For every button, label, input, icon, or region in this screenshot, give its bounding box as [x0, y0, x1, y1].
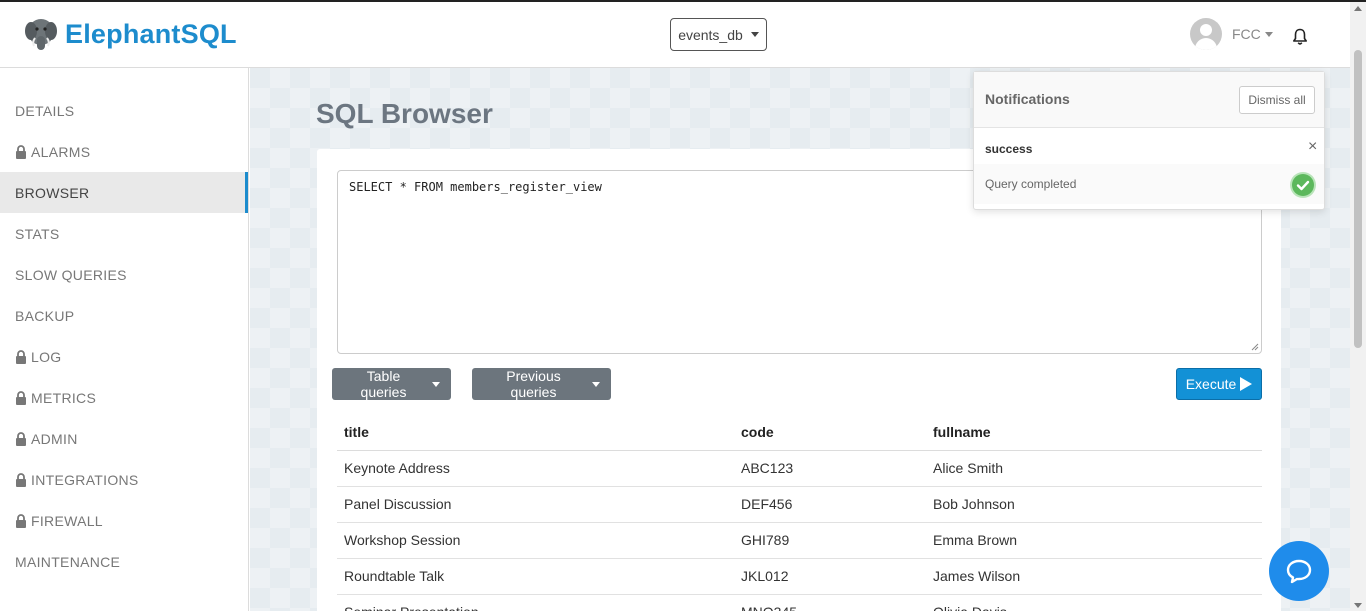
check-circle-icon	[1292, 174, 1314, 196]
table-row: Workshop Session GHI789 Emma Brown	[337, 522, 1262, 559]
scroll-down-icon[interactable]	[1354, 603, 1362, 608]
table-queries-label: Table queries	[360, 368, 407, 400]
table-row: Roundtable Talk JKL012 James Wilson	[337, 558, 1262, 595]
scroll-up-icon[interactable]	[1354, 6, 1362, 11]
sidebar-item-label: INTEGRATIONS	[31, 471, 139, 488]
sidebar-item-label: ADMIN	[31, 430, 78, 447]
table-row: Seminar Presentation MNO345 Olivia Davis	[337, 594, 1262, 611]
sidebar-item-admin[interactable]: ADMIN	[0, 418, 248, 459]
sidebar-item-label: METRICS	[31, 389, 97, 406]
sidebar-item-label: SLOW QUERIES	[15, 266, 127, 283]
sidebar-item-slow-queries[interactable]: SLOW QUERIES	[0, 254, 248, 295]
sidebar-item-label: BACKUP	[15, 307, 75, 324]
sidebar-item-firewall[interactable]: FIREWALL	[0, 500, 248, 541]
cell-title: Workshop Session	[337, 522, 734, 559]
sidebar-item-log[interactable]: LOG	[0, 336, 248, 377]
cell-title: Panel Discussion	[337, 486, 734, 523]
notification-message: Query completed	[985, 177, 1077, 191]
sidebar-item-metrics[interactable]: METRICS	[0, 377, 248, 418]
top-bar: ElephantSQL events_db FCC	[0, 2, 1350, 68]
elephant-logo-icon	[25, 19, 57, 50]
page-title: SQL Browser	[316, 98, 493, 129]
database-selector[interactable]: events_db	[670, 18, 767, 51]
user-menu[interactable]: FCC	[1190, 18, 1273, 50]
notifications-panel: Notifications Dismiss all success × Quer…	[973, 71, 1325, 210]
sidebar-item-maintenance[interactable]: MAINTENANCE	[0, 541, 248, 582]
lock-icon	[16, 349, 26, 364]
cell-title: Keynote Address	[337, 450, 734, 487]
chevron-down-icon	[750, 32, 759, 37]
table-queries-button[interactable]: Table queries	[332, 368, 451, 400]
sidebar-item-label: LOG	[31, 348, 62, 365]
avatar	[1190, 18, 1222, 50]
notifications-header: Notifications Dismiss all	[974, 72, 1324, 128]
user-name: FCC	[1232, 26, 1261, 42]
chat-bubble-icon	[1286, 559, 1312, 584]
sidebar-item-browser[interactable]: BROWSER	[0, 172, 248, 213]
cell-code: ABC123	[734, 450, 926, 487]
execute-button[interactable]: Execute	[1176, 368, 1262, 400]
sidebar-item-stats[interactable]: STATS	[0, 213, 248, 254]
lock-icon	[16, 144, 26, 159]
notification-status: success	[985, 142, 1033, 156]
cell-code: GHI789	[734, 522, 926, 559]
execute-label: Execute	[1185, 376, 1237, 392]
chat-support-button[interactable]	[1269, 541, 1329, 601]
chevron-down-icon	[1264, 31, 1273, 37]
scrollbar-thumb[interactable]	[1354, 50, 1362, 348]
previous-queries-button[interactable]: Previous queries	[472, 368, 611, 400]
sidebar-item-label: ALARMS	[31, 143, 91, 160]
bell-icon[interactable]	[1292, 28, 1308, 46]
database-selector-label: events_db	[678, 26, 743, 43]
close-icon[interactable]: ×	[1308, 138, 1317, 156]
cell-code: JKL012	[734, 558, 926, 595]
column-header-fullname: fullname	[926, 414, 1262, 451]
sidebar-item-details[interactable]: DETAILS	[0, 90, 248, 131]
sidebar-item-label: FIREWALL	[31, 512, 103, 529]
cell-code: DEF456	[734, 486, 926, 523]
sidebar-item-label: STATS	[15, 225, 60, 242]
page-scrollbar[interactable]	[1350, 2, 1366, 611]
chevron-down-icon	[592, 381, 600, 387]
resize-grip-icon[interactable]	[1251, 343, 1259, 351]
results-table: title code fullname Keynote Address ABC1…	[337, 414, 1262, 611]
sidebar: DETAILS ALARMS BROWSER STATS SLOW QUERIE…	[0, 68, 249, 611]
cell-fullname: James Wilson	[926, 558, 1262, 595]
sidebar-item-label: MAINTENANCE	[15, 553, 121, 570]
brand-name: ElephantSQL	[65, 18, 237, 49]
chevron-down-icon	[432, 381, 440, 387]
cell-fullname: Alice Smith	[926, 450, 1262, 487]
logo[interactable]: ElephantSQL	[24, 16, 237, 52]
play-icon	[1240, 377, 1253, 391]
cell-code: MNO345	[734, 594, 926, 611]
table-row: Keynote Address ABC123 Alice Smith	[337, 450, 1262, 487]
lock-icon	[16, 431, 26, 446]
sidebar-item-integrations[interactable]: INTEGRATIONS	[0, 459, 248, 500]
cell-title: Seminar Presentation	[337, 594, 734, 611]
sidebar-item-alarms[interactable]: ALARMS	[0, 131, 248, 172]
cell-fullname: Bob Johnson	[926, 486, 1262, 523]
sidebar-item-label: DETAILS	[15, 102, 75, 119]
cell-title: Roundtable Talk	[337, 558, 734, 595]
notifications-title: Notifications	[985, 91, 1070, 107]
table-header-row: title code fullname	[337, 414, 1262, 451]
sql-panel: SELECT * FROM members_register_view Tabl…	[317, 149, 1281, 611]
lock-icon	[16, 472, 26, 487]
sidebar-item-backup[interactable]: BACKUP	[0, 295, 248, 336]
previous-queries-label: Previous queries	[506, 368, 561, 400]
cell-fullname: Olivia Davis	[926, 594, 1262, 611]
column-header-code: code	[734, 414, 926, 451]
column-header-title: title	[337, 414, 734, 451]
sql-query-text: SELECT * FROM members_register_view	[349, 180, 602, 194]
sidebar-item-label: BROWSER	[15, 184, 90, 201]
notification-item: Query completed	[974, 164, 1324, 204]
cell-fullname: Emma Brown	[926, 522, 1262, 559]
lock-icon	[16, 513, 26, 528]
lock-icon	[16, 390, 26, 405]
dismiss-all-button[interactable]: Dismiss all	[1239, 86, 1315, 114]
table-row: Panel Discussion DEF456 Bob Johnson	[337, 486, 1262, 523]
